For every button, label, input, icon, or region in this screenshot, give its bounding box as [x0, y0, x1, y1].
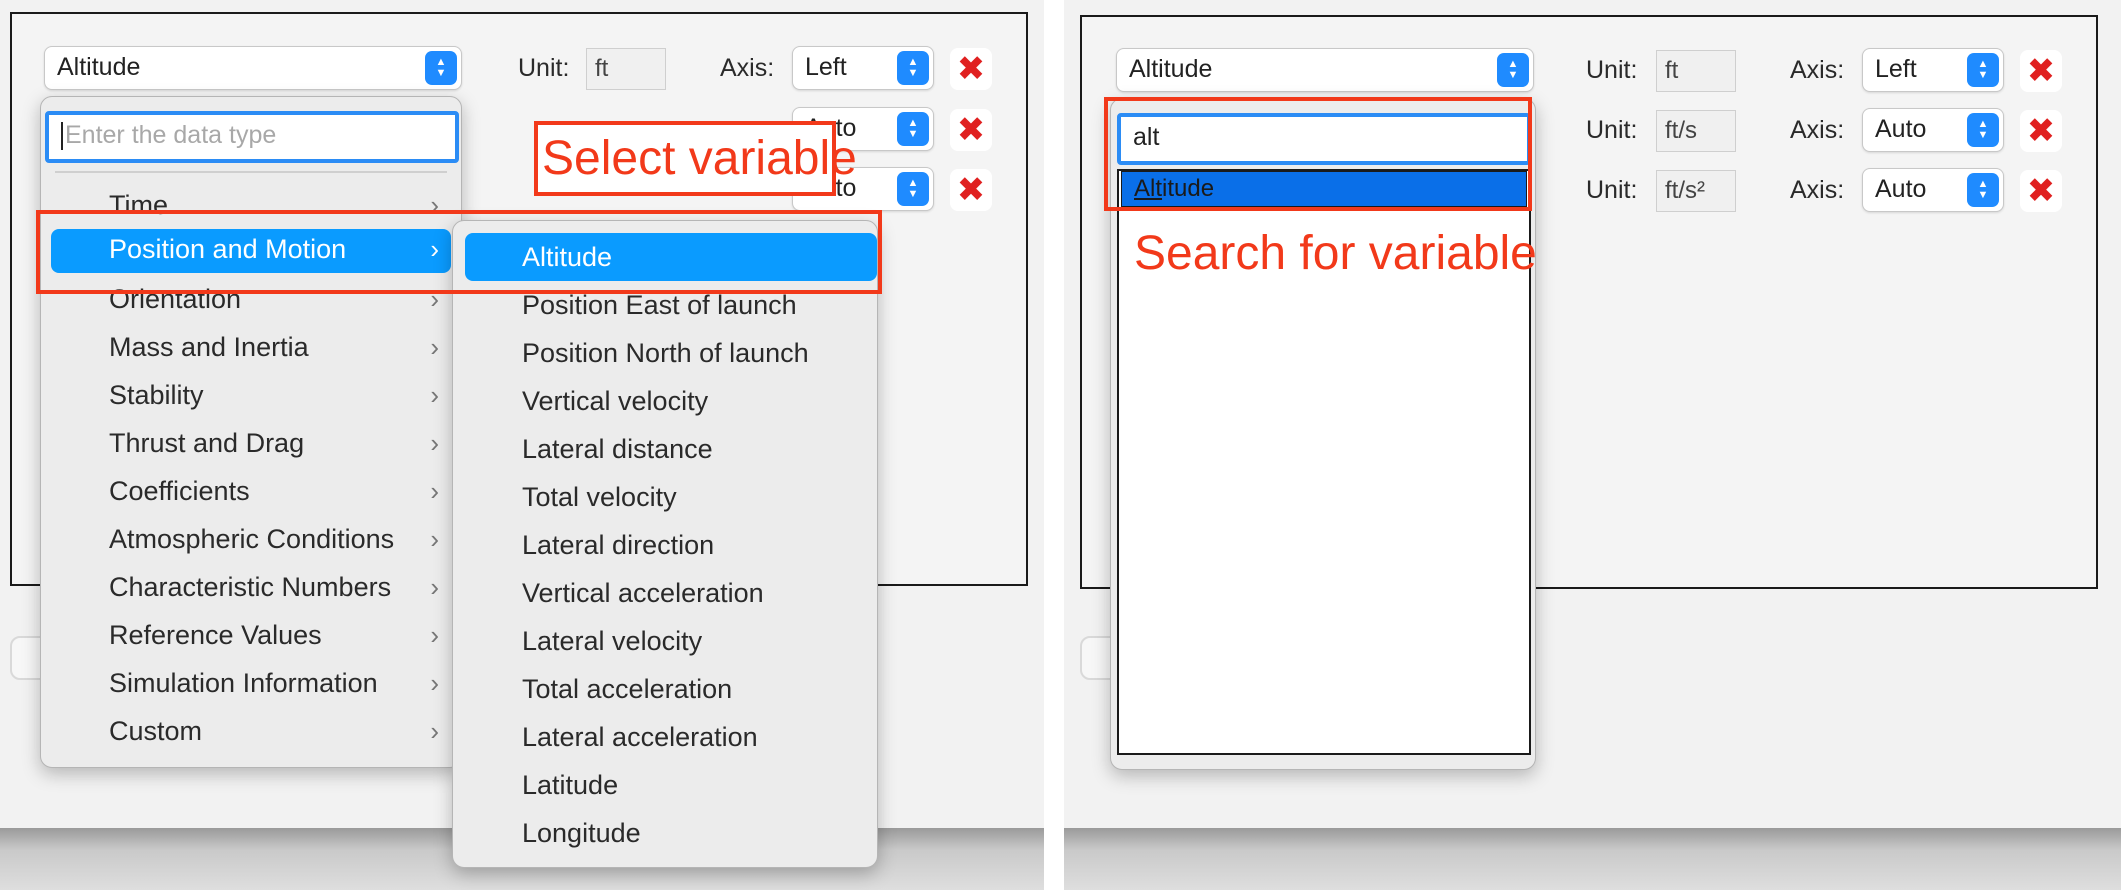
- submenu-item[interactable]: Lateral acceleration: [522, 717, 758, 757]
- menu-item-label: Reference Values: [109, 620, 322, 650]
- chevron-right-icon: ›: [430, 572, 439, 602]
- unit-label: Unit:: [1586, 56, 1638, 84]
- window-bottom-shadow: [1064, 828, 2121, 890]
- menu-item-reference-values[interactable]: Reference Values ›: [109, 615, 439, 655]
- menu-item-stability[interactable]: Stability ›: [109, 375, 439, 415]
- unit-label: Unit:: [1586, 176, 1638, 204]
- red-x-icon[interactable]: ✖: [2020, 110, 2062, 152]
- menu-item-atmospheric-conditions[interactable]: Atmospheric Conditions ›: [109, 519, 439, 559]
- chevron-right-icon: ›: [430, 332, 439, 362]
- highlight-position-and-motion: [36, 210, 882, 294]
- menu-item-simulation-information[interactable]: Simulation Information ›: [109, 663, 439, 703]
- red-x-icon[interactable]: ✖: [2020, 50, 2062, 92]
- variable-select[interactable]: Altitude ▲ ▼: [1116, 48, 1534, 92]
- axis-select-value: Auto: [1875, 175, 1927, 203]
- red-x-icon[interactable]: ✖: [950, 109, 992, 151]
- variable-submenu: Altitude Position East of launch Positio…: [452, 220, 878, 868]
- unit-field[interactable]: ft: [1656, 50, 1736, 92]
- chevron-right-icon: ›: [430, 716, 439, 746]
- search-input[interactable]: Enter the data type: [45, 111, 459, 163]
- variable-select-value: Altitude: [1129, 55, 1213, 83]
- axis-label: Axis:: [720, 54, 775, 82]
- unit-label: Unit:: [518, 54, 570, 82]
- axis-select[interactable]: Left ▲ ▼: [792, 46, 934, 90]
- up-down-chevron-icon: ▲ ▼: [1497, 53, 1529, 87]
- axis-label: Axis:: [1790, 56, 1845, 84]
- menu-item-label: Stability: [109, 380, 204, 410]
- menu-item-custom[interactable]: Custom ›: [109, 711, 439, 751]
- axis-label: Axis:: [1790, 116, 1845, 144]
- search-for-variable-callout: Search for variable: [1134, 227, 1537, 280]
- menu-item-label: Characteristic Numbers: [109, 572, 392, 602]
- submenu-item[interactable]: Lateral direction: [522, 525, 714, 565]
- variable-select-value: Altitude: [57, 53, 141, 81]
- axis-select-value: Left: [805, 53, 847, 81]
- up-down-chevron-icon: ▲ ▼: [1967, 113, 1999, 147]
- menu-item-label: Custom: [109, 716, 203, 746]
- menu-item-coefficients[interactable]: Coefficients ›: [109, 471, 439, 511]
- submenu-item[interactable]: Lateral velocity: [522, 621, 702, 661]
- chevron-right-icon: ›: [430, 620, 439, 650]
- highlight-search: [1104, 97, 1532, 211]
- menu-item-characteristic-numbers[interactable]: Characteristic Numbers ›: [109, 567, 439, 607]
- menu-item-label: Thrust and Drag: [109, 428, 305, 458]
- unit-field[interactable]: ft/s²: [1656, 170, 1736, 212]
- up-down-chevron-icon: ▲ ▼: [1967, 173, 1999, 207]
- menu-item-mass-and-inertia[interactable]: Mass and Inertia ›: [109, 327, 439, 367]
- submenu-item[interactable]: Total acceleration: [522, 669, 732, 709]
- category-menu: Enter the data type Time › Position and M…: [40, 96, 462, 768]
- axis-select[interactable]: Auto ▲▼: [1862, 168, 2004, 212]
- select-variable-callout: Select variable: [534, 121, 857, 196]
- up-down-chevron-icon: ▲ ▼: [1967, 53, 1999, 87]
- up-down-chevron-icon: ▲ ▼: [897, 51, 929, 85]
- callout-label: Select variable: [542, 132, 857, 185]
- menu-item-label: Atmospheric Conditions: [109, 524, 395, 554]
- search-placeholder: Enter the data type: [65, 121, 277, 149]
- right-screenshot-panel: Altitude ▲ ▼ Unit: ft Axis: Left ▲ ▼ ✖ Uni…: [1064, 0, 2121, 890]
- red-x-icon[interactable]: ✖: [950, 169, 992, 211]
- submenu-item[interactable]: Total velocity: [522, 477, 677, 517]
- text-caret: [61, 122, 63, 151]
- up-down-chevron-icon: ▲ ▼: [425, 51, 457, 85]
- chevron-right-icon: ›: [430, 476, 439, 506]
- variable-select[interactable]: Altitude ▲ ▼: [44, 46, 462, 90]
- menu-item-label: Simulation Information: [109, 668, 378, 698]
- unit-label: Unit:: [1586, 116, 1638, 144]
- axis-select[interactable]: Auto ▲▼: [1862, 108, 2004, 152]
- submenu-item[interactable]: Vertical velocity: [522, 381, 708, 421]
- red-x-icon[interactable]: ✖: [950, 48, 992, 90]
- unit-field[interactable]: ft/s: [1656, 110, 1736, 152]
- chevron-right-icon: ›: [430, 428, 439, 458]
- submenu-item[interactable]: Latitude: [522, 765, 618, 805]
- up-down-chevron-icon: ▲ ▼: [897, 172, 929, 206]
- chevron-right-icon: ›: [430, 380, 439, 410]
- submenu-item[interactable]: Longitude: [522, 813, 641, 853]
- chevron-right-icon: ›: [430, 524, 439, 554]
- axis-label: Axis:: [1790, 176, 1845, 204]
- submenu-item[interactable]: Vertical acceleration: [522, 573, 764, 613]
- menu-item-label: Coefficients: [109, 476, 250, 506]
- axis-select[interactable]: Left ▲ ▼: [1862, 48, 2004, 92]
- chevron-right-icon: ›: [430, 668, 439, 698]
- menu-separator: [55, 171, 447, 173]
- axis-select-value: Auto: [1875, 115, 1927, 143]
- menu-item-thrust-and-drag[interactable]: Thrust and Drag ›: [109, 423, 439, 463]
- unit-field[interactable]: ft: [586, 48, 666, 90]
- submenu-item[interactable]: Position North of launch: [522, 333, 809, 373]
- up-down-chevron-icon: ▲ ▼: [897, 112, 929, 146]
- axis-select-value: Left: [1875, 55, 1917, 83]
- red-x-icon[interactable]: ✖: [2020, 170, 2062, 212]
- menu-item-label: Mass and Inertia: [109, 332, 309, 362]
- left-screenshot-panel: Altitude ▲▼ Unit: ft Axis: Left ▲▼ ✖ Aut…: [0, 0, 1044, 890]
- submenu-item[interactable]: Lateral distance: [522, 429, 713, 469]
